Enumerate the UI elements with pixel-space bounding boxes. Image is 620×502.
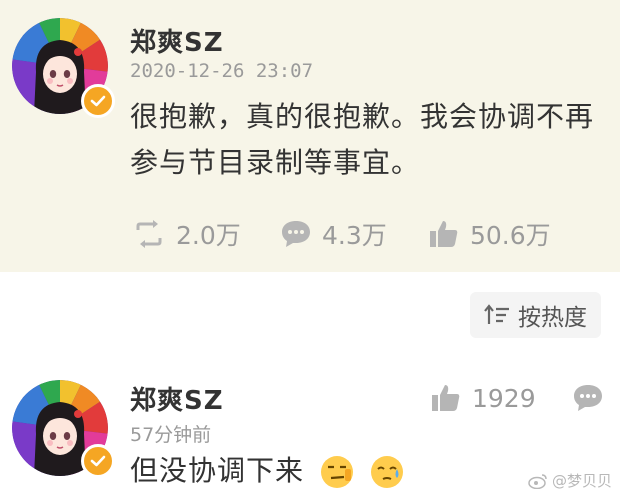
reply-icon	[574, 385, 602, 411]
verified-badge-icon	[81, 84, 115, 118]
comment-time: 57分钟前	[130, 424, 212, 446]
like-count: 50.6万	[470, 221, 551, 250]
verified-badge-icon	[81, 444, 115, 478]
comment-content: 但没协调下来	[130, 448, 404, 494]
repost-icon	[136, 220, 162, 248]
main-post: 郑爽SZ 2020-12-26 23:07 很抱歉，真的很抱歉。我会协调不再 参…	[0, 0, 620, 272]
comment-like-count: 1929	[472, 383, 536, 413]
emoji-sweat-icon	[370, 456, 403, 488]
comment-text: 但没协调下来	[130, 454, 305, 487]
post-content: 很抱歉，真的很抱歉。我会协调不再 参与节目录制等事宜。	[130, 94, 594, 186]
weibo-logo-icon	[528, 473, 547, 489]
post-author-name[interactable]: 郑爽SZ	[130, 22, 224, 59]
watermark-text: @梦贝贝	[552, 472, 613, 490]
comment-author-name[interactable]: 郑爽SZ	[130, 380, 224, 417]
comment-icon	[282, 221, 310, 247]
repost-count: 2.0万	[176, 221, 241, 250]
sort-by-hotness-button[interactable]: 按热度	[470, 292, 601, 338]
like-button[interactable]: 50.6万	[428, 212, 551, 256]
comment-button[interactable]: 4.3万	[280, 212, 387, 256]
like-icon	[430, 221, 458, 247]
post-content-line: 很抱歉，真的很抱歉。我会协调不再	[130, 100, 595, 133]
like-icon	[432, 385, 460, 411]
watermark: @梦贝贝	[528, 470, 612, 491]
post-timestamp: 2020-12-26 23:07	[130, 60, 314, 82]
sort-icon	[484, 304, 509, 324]
emoji-smirk-icon	[320, 456, 353, 488]
post-content-line: 参与节目录制等事宜。	[130, 146, 421, 179]
post-action-bar: 2.0万 4.3万 50.6万	[0, 212, 620, 256]
comment-count: 4.3万	[322, 221, 387, 250]
comment-like-button[interactable]: 1929	[430, 380, 536, 416]
repost-button[interactable]: 2.0万	[132, 212, 241, 256]
reply-button[interactable]	[572, 380, 604, 416]
sort-label: 按热度	[518, 305, 587, 331]
